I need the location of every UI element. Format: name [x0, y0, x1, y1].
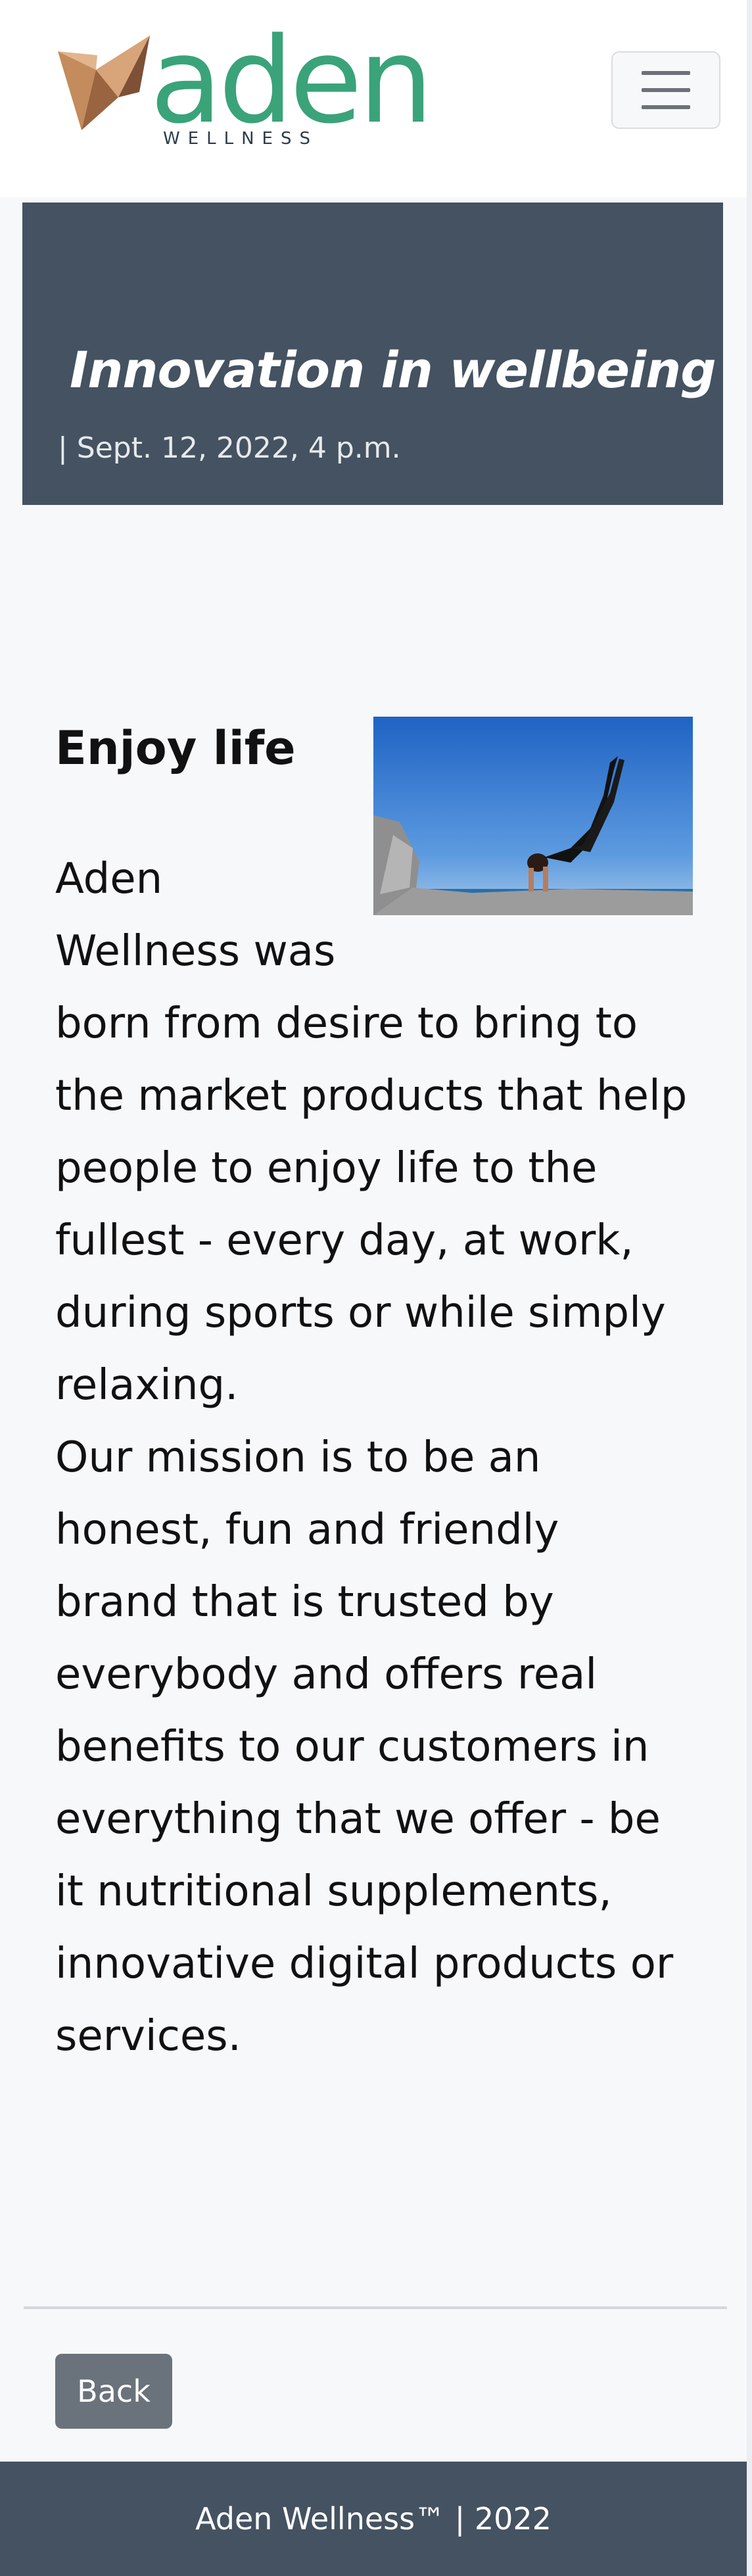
top-navbar: aden WELLNESS: [0, 0, 747, 197]
menu-toggle-button[interactable]: [611, 51, 720, 129]
article-title: Innovation in wellbeing: [70, 341, 717, 399]
hamburger-menu-icon-line: [642, 88, 690, 92]
hamburger-menu-icon-line: [642, 105, 690, 109]
article-date: | Sept. 12, 2022, 4 p.m.: [58, 431, 401, 465]
section-divider: [24, 2306, 727, 2309]
logo-subtitle: WELLNESS: [163, 129, 318, 149]
logo-wordmark: aden: [150, 12, 433, 150]
aden-wellness-logo[interactable]: aden WELLNESS: [58, 22, 433, 156]
back-button[interactable]: Back: [55, 2354, 172, 2429]
origami-bird-icon: [58, 36, 150, 130]
hamburger-menu-icon: [642, 71, 690, 75]
yoga-photo: [373, 717, 693, 915]
article-paragraph: Our mission is to be an honest, fun and …: [55, 1433, 674, 2061]
article-hero-banner: Innovation in wellbeing | Sept. 12, 2022…: [22, 203, 723, 505]
page-scrollbar[interactable]: [747, 0, 752, 2576]
article-paragraph: Aden Wellness was born from desire to br…: [55, 855, 688, 1410]
footer-text: Aden Wellness™ | 2022: [195, 2501, 552, 2537]
article-body: Enjoy life Aden Wellness was born from d…: [55, 717, 693, 2072]
page-footer: Aden Wellness™ | 2022: [0, 2462, 747, 2576]
